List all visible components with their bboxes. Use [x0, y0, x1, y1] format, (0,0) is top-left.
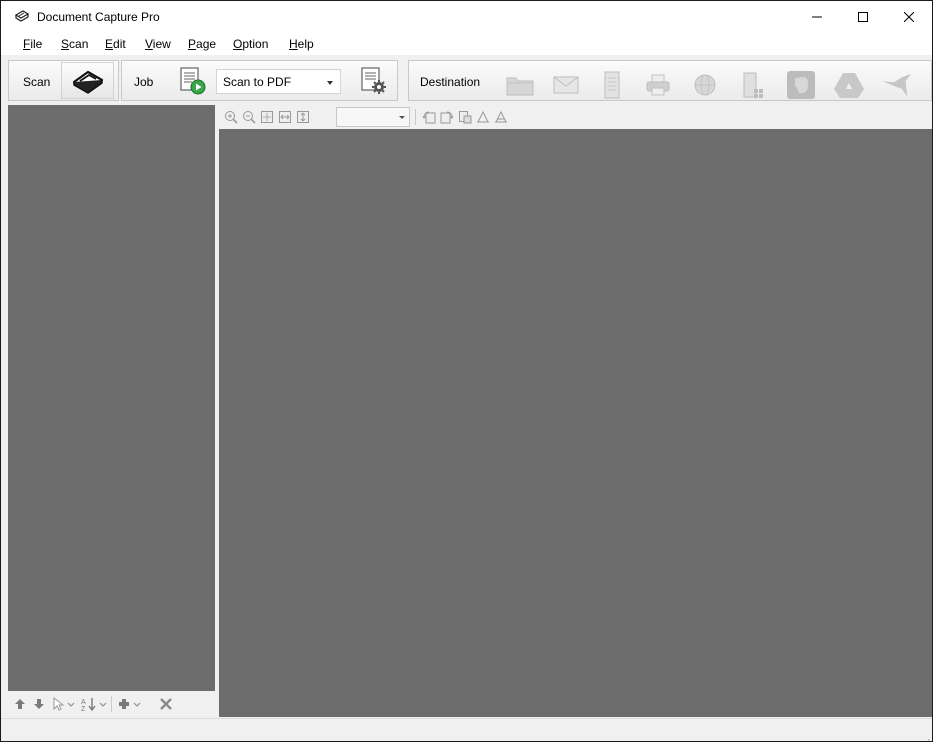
chevron-down-icon: [399, 116, 405, 119]
google-drive-icon[interactable]: [833, 70, 865, 100]
move-up-icon[interactable]: [13, 697, 27, 711]
divider: [111, 696, 112, 712]
sharepoint-icon[interactable]: [737, 70, 769, 100]
minimize-button[interactable]: [794, 1, 840, 33]
hummingbird-icon[interactable]: [881, 70, 913, 100]
scan-group: Scan: [8, 60, 119, 101]
job-group: Job Scan to PDF: [121, 60, 398, 101]
menu-edit[interactable]: Edit: [105, 37, 126, 51]
fit-page-icon[interactable]: [260, 110, 274, 124]
job-label: Job: [134, 75, 154, 89]
title-bar: Document Capture Pro: [1, 1, 932, 33]
delete-icon[interactable]: [159, 697, 173, 711]
document-server-icon[interactable]: [596, 70, 628, 100]
job-settings-icon: [361, 67, 386, 94]
rotate-right-icon[interactable]: [440, 110, 454, 124]
auto-rotate-icon[interactable]: [494, 110, 508, 124]
main-toolbar: Scan Job Scan to PDF Destination: [1, 56, 932, 105]
status-bar: [1, 718, 932, 741]
fit-width-icon[interactable]: [278, 110, 292, 124]
menu-bar: File Scan Edit View Page Option Help: [1, 33, 932, 55]
sort-icon[interactable]: AZ: [81, 697, 96, 713]
preview-area[interactable]: [219, 129, 932, 717]
run-job-button[interactable]: [178, 66, 208, 96]
skew-icon[interactable]: [476, 110, 490, 124]
svg-text:A: A: [81, 699, 86, 706]
web-icon[interactable]: [689, 70, 721, 100]
divider: [415, 109, 416, 125]
job-select[interactable]: Scan to PDF: [216, 69, 341, 94]
maximize-button[interactable]: [840, 1, 886, 33]
menu-view[interactable]: View: [145, 37, 171, 51]
select-icon[interactable]: [51, 696, 65, 711]
destination-label: Destination: [420, 75, 481, 89]
printer-icon[interactable]: [642, 70, 674, 100]
window-title: Document Capture Pro: [37, 10, 160, 24]
run-job-icon: [180, 67, 206, 95]
close-button[interactable]: [886, 1, 932, 33]
rotate-left-icon[interactable]: [422, 110, 436, 124]
folder-icon[interactable]: [504, 70, 536, 100]
thumbnail-panel[interactable]: [8, 105, 215, 717]
scan-label: Scan: [23, 75, 51, 89]
crop-icon[interactable]: [458, 110, 472, 124]
add-icon[interactable]: [117, 697, 131, 711]
move-down-icon[interactable]: [32, 697, 46, 711]
menu-page[interactable]: Page: [188, 37, 216, 51]
app-window: Document Capture Pro File Scan Edit View…: [0, 0, 933, 742]
job-select-value: Scan to PDF: [223, 75, 292, 89]
chevron-down-icon[interactable]: [133, 697, 141, 711]
chevron-down-icon[interactable]: [99, 697, 107, 711]
thumbnail-toolbar: AZ: [8, 691, 215, 718]
scan-button[interactable]: [61, 62, 114, 99]
evernote-icon[interactable]: [785, 70, 817, 100]
destination-group: Destination: [408, 60, 932, 101]
svg-text:Z: Z: [81, 706, 86, 711]
menu-file[interactable]: File: [23, 37, 42, 51]
menu-scan[interactable]: Scan: [61, 37, 88, 51]
resize-grip-icon[interactable]: [924, 734, 930, 741]
chevron-down-icon: [327, 81, 333, 85]
zoom-select[interactable]: [336, 107, 410, 127]
actual-size-icon[interactable]: [296, 110, 310, 124]
app-logo-icon: [14, 9, 30, 25]
menu-option[interactable]: Option: [233, 37, 268, 51]
job-settings-button[interactable]: [358, 66, 388, 96]
zoom-out-icon[interactable]: [242, 110, 256, 124]
menu-help[interactable]: Help: [289, 37, 314, 51]
view-toolbar: [219, 105, 932, 129]
email-icon[interactable]: [550, 70, 582, 100]
chevron-down-icon[interactable]: [67, 697, 75, 711]
zoom-in-icon[interactable]: [224, 110, 238, 124]
scanner-icon: [72, 70, 103, 94]
